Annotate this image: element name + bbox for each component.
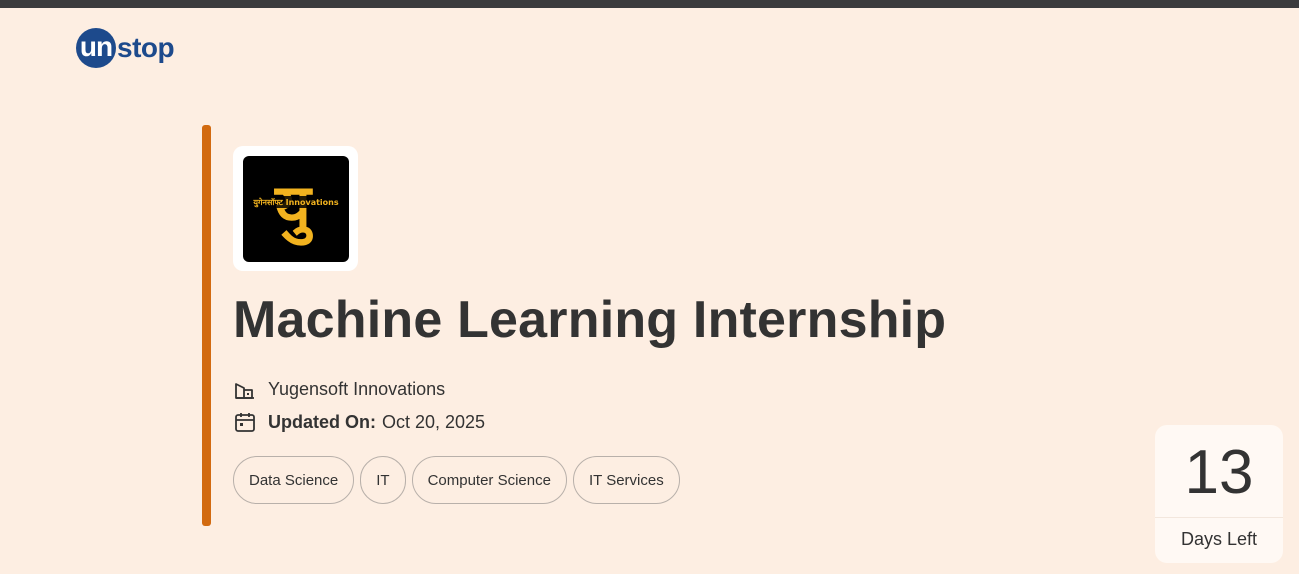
company-row: Yugensoft Innovations bbox=[234, 378, 445, 400]
divider bbox=[1155, 517, 1283, 518]
company-logo-card: यु युगेनसॉफ्ट Innovations bbox=[233, 146, 358, 271]
logo-label: युगेनसॉफ्ट Innovations bbox=[252, 197, 338, 208]
company-name[interactable]: Yugensoft Innovations bbox=[268, 379, 445, 400]
tag-it[interactable]: IT bbox=[360, 456, 406, 504]
unstop-logo[interactable]: un stop bbox=[76, 28, 175, 68]
days-left-card: 13 Days Left bbox=[1155, 425, 1283, 563]
updated-label: Updated On: bbox=[268, 411, 376, 432]
tag-computer-science[interactable]: Computer Science bbox=[411, 456, 567, 504]
tag-data-science[interactable]: Data Science bbox=[233, 456, 355, 504]
updated-value: Oct 20, 2025 bbox=[382, 411, 486, 432]
tag-it-services[interactable]: IT Services bbox=[572, 456, 680, 504]
company-logo: यु युगेनसॉफ्ट Innovations bbox=[242, 155, 349, 262]
accent-bar bbox=[202, 125, 211, 526]
days-left-label: Days Left bbox=[1180, 529, 1258, 549]
updated-row: Updated On: Oct 20, 2025 bbox=[234, 411, 485, 433]
calendar-icon bbox=[234, 411, 256, 433]
days-left-count: 13 bbox=[1184, 438, 1254, 507]
building-icon bbox=[234, 378, 256, 400]
top-bar bbox=[0, 0, 1299, 8]
logo-circle: un bbox=[76, 28, 116, 68]
page-title: Machine Learning Internship bbox=[233, 291, 947, 349]
tag-list: Data Science IT Computer Science IT Serv… bbox=[233, 456, 680, 504]
logo-text: stop bbox=[117, 32, 175, 63]
